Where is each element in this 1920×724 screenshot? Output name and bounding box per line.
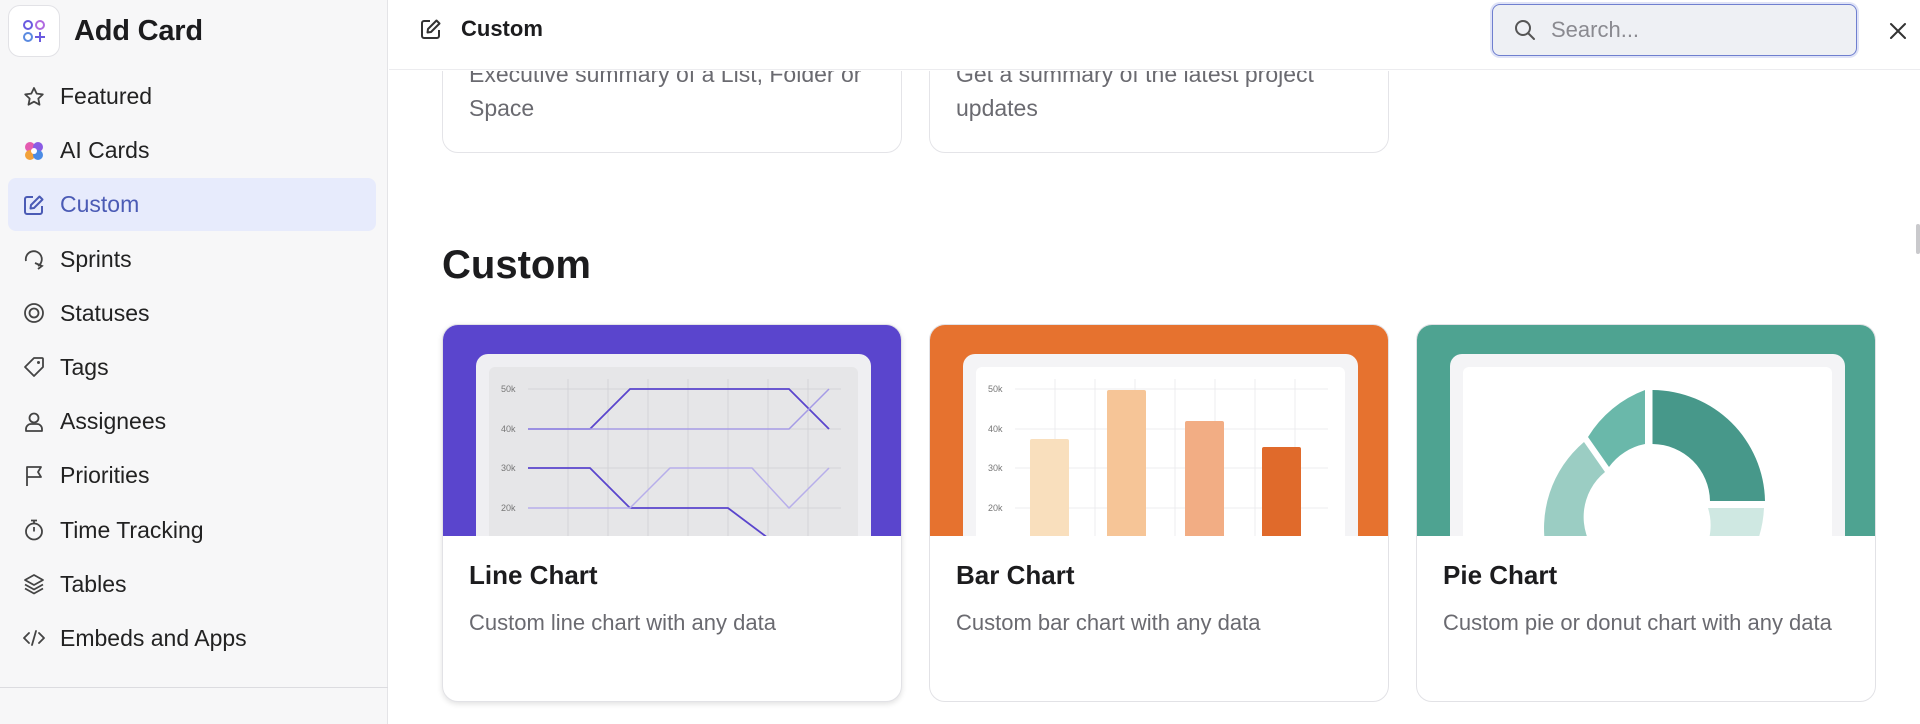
section-title: Custom <box>442 243 591 287</box>
tick-label: 30k <box>501 463 516 473</box>
ai-sparkle-icon <box>21 138 47 164</box>
search-box[interactable] <box>1492 4 1857 56</box>
scrollbar-thumb[interactable] <box>1916 224 1920 254</box>
sidebar-item-statuses[interactable]: Statuses <box>8 287 376 340</box>
sprint-icon <box>21 246 47 272</box>
sidebar-item-label: Priorities <box>60 462 150 489</box>
sidebar-item-time-tracking[interactable]: Time Tracking <box>8 504 376 557</box>
edit-icon <box>419 17 443 41</box>
sidebar-item-embeds-and-apps[interactable]: Embeds and Apps <box>8 612 376 665</box>
sidebar-header: Add Card <box>8 4 203 58</box>
tick-label: 30k <box>988 463 1003 473</box>
sidebar-item-label: Statuses <box>60 299 150 326</box>
layers-icon <box>21 571 47 597</box>
card-description: Get a summary of the latest project upda… <box>956 71 1314 121</box>
preview-bar <box>1107 390 1146 536</box>
sidebar-divider <box>0 687 388 688</box>
tick-label: 40k <box>501 424 516 434</box>
report-card[interactable]: Executive summary of a List, Folder or S… <box>442 71 902 153</box>
sidebar-item-label: Tags <box>60 353 109 380</box>
star-icon <box>21 84 47 110</box>
preview-bar <box>1262 447 1301 536</box>
main-content: Executive summary of a List, Folder or S… <box>389 71 1920 724</box>
tag-icon <box>21 354 47 380</box>
sidebar-item-label: Assignees <box>60 408 167 435</box>
line-chart-card[interactable]: 50k 40k 30k 20k Line Chart Custom line c… <box>442 324 902 702</box>
tick-label: 50k <box>988 384 1003 394</box>
card-title: Bar Chart <box>956 560 1075 590</box>
sidebar-nav: Featured AI Cards Custom Sprints Statuse… <box>8 70 376 666</box>
close-button[interactable] <box>1883 16 1913 46</box>
sidebar-item-label: Embeds and Apps <box>60 624 247 651</box>
line-chart-preview: 50k 40k 30k 20k <box>443 325 901 536</box>
top-bar: Custom <box>389 0 1920 70</box>
sidebar-item-sprints[interactable]: Sprints <box>8 233 376 286</box>
card-description: Custom pie or donut chart with any data <box>1443 610 1832 635</box>
card-description: Executive summary of a List, Folder or S… <box>469 71 862 121</box>
card-title: Line Chart <box>469 560 598 590</box>
bar-chart-preview: 50k 40k 30k 20k <box>930 325 1388 536</box>
card-title: Pie Chart <box>1443 560 1558 590</box>
sidebar-item-label: Time Tracking <box>60 516 204 543</box>
edit-icon <box>21 192 47 218</box>
close-icon <box>1890 23 1906 39</box>
sidebar-item-tables[interactable]: Tables <box>8 558 376 611</box>
search-input[interactable] <box>1551 17 1841 43</box>
flag-icon <box>21 463 47 489</box>
tick-label: 20k <box>501 503 516 513</box>
pie-chart-card[interactable]: Pie Chart Custom pie or donut chart with… <box>1416 324 1876 702</box>
tick-label: 50k <box>501 384 516 394</box>
pie-chart-preview <box>1417 325 1875 536</box>
person-icon <box>21 409 47 435</box>
sidebar-title: Add Card <box>74 14 203 47</box>
sidebar-item-label: Custom <box>60 191 140 218</box>
sidebar-item-label: Featured <box>60 83 153 109</box>
add-card-app-icon <box>8 5 60 57</box>
sidebar-item-assignees[interactable]: Assignees <box>8 395 376 448</box>
stopwatch-icon <box>21 517 47 543</box>
page-title-text: Custom <box>461 16 543 41</box>
search-icon <box>1513 18 1537 42</box>
preview-bar <box>1185 421 1224 536</box>
code-icon <box>21 625 47 651</box>
status-icon <box>21 300 47 326</box>
donut-slice <box>1708 508 1764 536</box>
sidebar: Add Card Featured AI Cards Custom Sprint… <box>0 0 388 724</box>
tick-label: 20k <box>988 503 1003 513</box>
bar-chart-card[interactable]: 50k 40k 30k 20k Bar Chart Custom bar cha… <box>929 324 1389 702</box>
card-description: Custom line chart with any data <box>469 610 776 635</box>
project-update-card[interactable]: Get a summary of the latest project upda… <box>929 71 1389 153</box>
sidebar-item-label: Sprints <box>60 245 132 272</box>
tick-label: 40k <box>988 424 1003 434</box>
sidebar-item-tags[interactable]: Tags <box>8 341 376 394</box>
card-description: Custom bar chart with any data <box>956 610 1261 635</box>
sidebar-item-label: AI Cards <box>60 137 150 164</box>
sidebar-item-label: Tables <box>60 570 127 597</box>
page-title: Custom <box>419 16 543 42</box>
sidebar-item-featured[interactable]: Featured <box>8 70 376 123</box>
sidebar-item-priorities[interactable]: Priorities <box>8 449 376 502</box>
preview-bar <box>1030 439 1069 536</box>
sidebar-item-custom[interactable]: Custom <box>8 178 376 232</box>
sidebar-item-ai-cards[interactable]: AI Cards <box>8 124 376 177</box>
